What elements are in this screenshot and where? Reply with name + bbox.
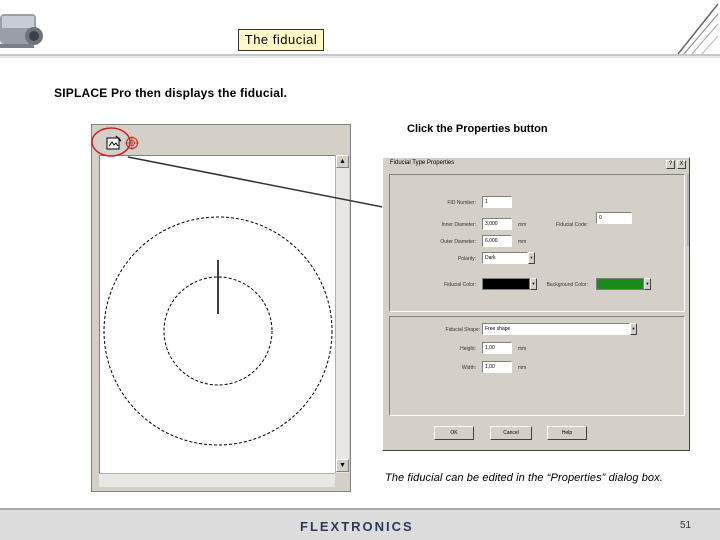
fiducial-canvas[interactable] <box>99 155 335 473</box>
slide-footer: FLEXTRONICS 51 <box>0 508 720 540</box>
close-icon[interactable]: X <box>677 160 686 169</box>
slide-title: The fiducial <box>238 29 324 51</box>
caption-text: The fiducial can be edited in the “Prope… <box>385 472 663 484</box>
background-color-dropdown-icon[interactable]: ▼ <box>644 278 651 290</box>
polarity-select[interactable]: Dark <box>482 252 528 264</box>
header-divider-shadow <box>0 56 720 58</box>
page-number: 51 <box>680 520 692 531</box>
inner-diameter-label: Inner Diameter: <box>441 222 476 228</box>
slide-header: The fiducial <box>0 0 720 62</box>
help-icon[interactable]: ? <box>666 160 675 169</box>
editor-vertical-scrollbar[interactable]: ▲ ▼ <box>335 155 349 473</box>
fiducial-editor-window: ▲ ▼ <box>91 124 351 492</box>
dialog-scroll-track <box>687 174 689 246</box>
fiducial-shape-select[interactable]: Free shape <box>482 323 630 335</box>
dialog-title: Fiducial Type Properties <box>390 160 455 166</box>
fiducial-properties-dialog: Fiducial Type Properties ? X FID Number:… <box>382 157 690 451</box>
dialog-titlebar: Fiducial Type Properties ? X <box>384 159 688 170</box>
fiducial-shape-label: Fiducial Shape: <box>445 327 480 333</box>
projector-icon <box>0 14 43 48</box>
editor-horizontal-scrollbar[interactable] <box>99 473 335 487</box>
width-label: Width: <box>461 365 476 371</box>
intro-text: SIPLACE Pro then displays the fiducial. <box>54 86 288 100</box>
polarity-dropdown-icon[interactable]: ▼ <box>528 252 535 264</box>
footer-logo: FLEXTRONICS <box>300 519 414 534</box>
corner-decoration-icon <box>677 3 719 55</box>
dialog-panel-geometry: FID Number: 1 Inner Diameter: 3,000 mm O… <box>389 174 685 312</box>
fiducial-code-field[interactable]: 0 <box>596 212 632 224</box>
fiducial-color-dropdown-icon[interactable]: ▼ <box>530 278 537 290</box>
height-label: Height: <box>460 346 476 352</box>
height-field[interactable]: 1,00 <box>482 342 512 354</box>
instruction-text: Click the Properties button <box>407 123 548 135</box>
outer-diameter-field[interactable]: 6,000 <box>482 235 512 247</box>
inner-diameter-field[interactable]: 3,000 <box>482 218 512 230</box>
ok-button[interactable]: OK <box>434 426 474 440</box>
dialog-scrollbar[interactable] <box>685 174 691 246</box>
fiducial-color-label: Fiducial Color: <box>444 282 476 288</box>
cancel-button[interactable]: Cancel <box>490 426 532 440</box>
height-unit: mm <box>518 346 527 352</box>
fiducial-shape-dropdown-icon[interactable]: ▼ <box>630 323 637 335</box>
scroll-up-icon[interactable]: ▲ <box>336 155 349 168</box>
fid-number-label: FID Number: <box>447 200 476 206</box>
width-field[interactable]: 1,00 <box>482 361 512 373</box>
background-color-swatch[interactable] <box>596 278 644 290</box>
fiducial-color-swatch[interactable] <box>482 278 530 290</box>
outer-diameter-label: Outer Diameter: <box>440 239 476 245</box>
help-button[interactable]: Help <box>547 426 587 440</box>
editor-toolbar <box>94 127 348 157</box>
scroll-down-icon[interactable]: ▼ <box>336 459 349 472</box>
outer-diameter-unit: mm <box>518 239 527 245</box>
width-unit: mm <box>518 365 527 371</box>
polarity-label: Polarity: <box>457 256 476 262</box>
background-color-label: Background Color: <box>546 282 588 288</box>
fid-number-field[interactable]: 1 <box>482 196 512 208</box>
fiducial-drawing <box>103 216 333 446</box>
fiducial-code-label: Fiducial Code: <box>556 222 588 228</box>
dialog-panel-shape: Fiducial Shape: Free shape ▼ Height: 1,0… <box>389 316 685 416</box>
highlight-ring <box>91 127 131 157</box>
inner-diameter-unit: mm <box>518 222 527 228</box>
